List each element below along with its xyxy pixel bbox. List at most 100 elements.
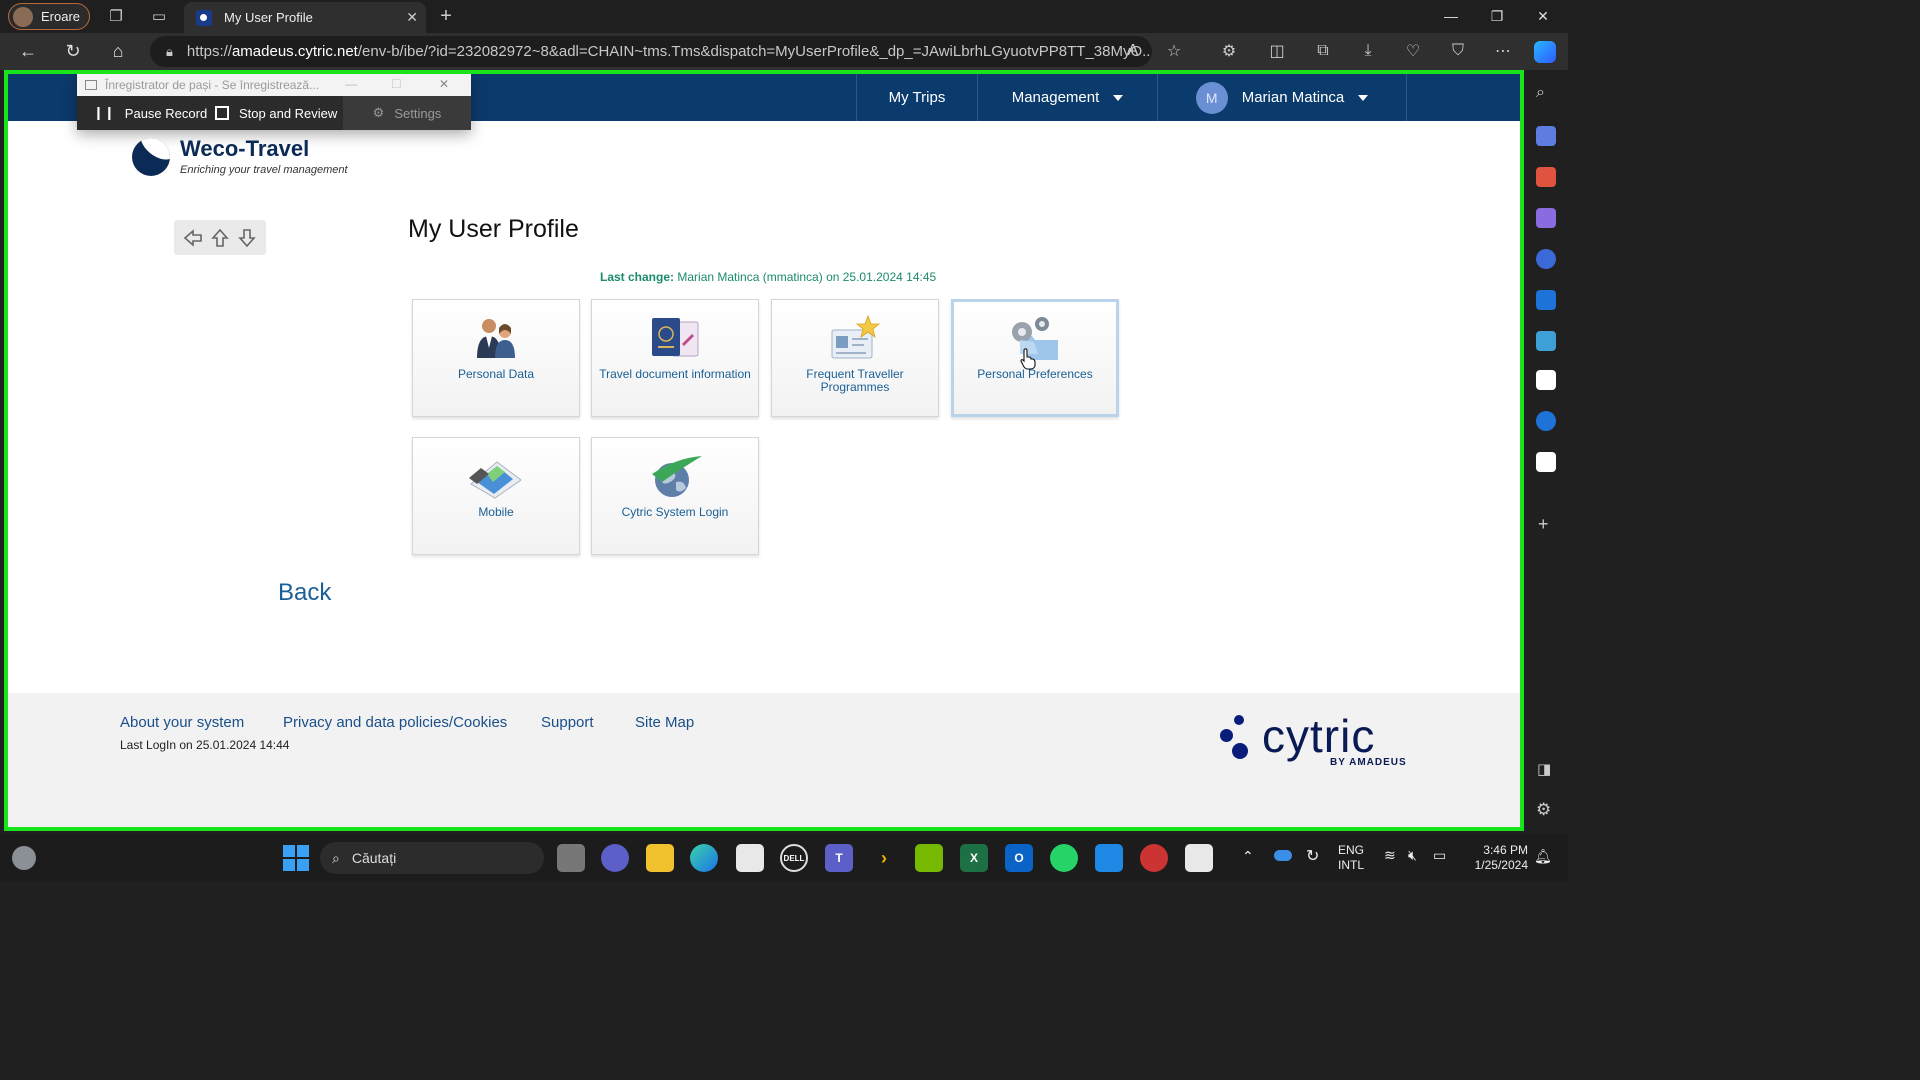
clock-time: 3:46 PM [1483, 843, 1528, 857]
footer-about-link[interactable]: About your system [120, 714, 244, 731]
notifications-bell-icon[interactable]: 🔔︎ [1534, 848, 1552, 865]
browser-profile-button[interactable]: Eroare [8, 3, 90, 30]
microsoft-store-icon[interactable] [736, 844, 764, 872]
close-window-icon[interactable]: ✕ [1520, 0, 1566, 32]
footer-sitemap-link[interactable]: Site Map [635, 714, 694, 731]
browser-essentials-icon[interactable]: ⛉ [1441, 34, 1475, 68]
whatsapp-icon[interactable] [1050, 844, 1078, 872]
workspaces-icon[interactable]: ❐ [102, 2, 130, 30]
tile-travel-document-information[interactable]: Travel document information [591, 299, 759, 417]
arrow-up-icon[interactable] [209, 227, 231, 249]
battery-icon[interactable]: ▭ [1433, 847, 1446, 864]
remote-app-icon[interactable] [1095, 844, 1123, 872]
teams-chat-icon[interactable] [601, 844, 629, 872]
minimize-window-icon[interactable]: — [1428, 0, 1474, 32]
sidebar-weco2-icon[interactable] [1536, 452, 1556, 472]
reload-icon[interactable]: ↻ [55, 33, 91, 69]
collections-icon[interactable]: ⧉ [1306, 34, 1340, 68]
sidebar-send-icon[interactable] [1536, 331, 1556, 351]
task-view-icon[interactable] [557, 844, 585, 872]
outlook-icon[interactable]: O [1005, 844, 1033, 872]
sidebar-search-icon[interactable]: ⌕ [1536, 84, 1545, 102]
arrow-left-icon[interactable] [182, 227, 204, 249]
language-indicator[interactable]: ENG INTL [1338, 843, 1364, 873]
lock-icon[interactable]: 🔒︎ [166, 44, 173, 60]
nav-management-label: Management [1011, 89, 1100, 106]
nav-user-menu[interactable]: M Marian Matinca [1157, 74, 1407, 121]
weco-travel-logo: Weco-Travel Enriching your travel manage… [132, 134, 352, 180]
recorder-minimize-icon[interactable]: — [345, 77, 357, 91]
arrow-down-icon[interactable] [236, 227, 258, 249]
tile-frequent-traveller-programmes[interactable]: Frequent Traveller Programmes [771, 299, 939, 417]
steps-recorder-taskbar-icon[interactable] [1185, 844, 1213, 872]
wifi-icon[interactable]: ≋ [1384, 847, 1396, 864]
close-tab-icon[interactable]: ✕ [406, 9, 418, 26]
sidebar-m365-icon[interactable] [1536, 249, 1556, 269]
sidebar-tools-icon[interactable] [1536, 167, 1556, 187]
cytric-favicon-icon [196, 9, 212, 26]
sidebar-outlook-icon[interactable] [1536, 290, 1556, 310]
more-menu-icon[interactable]: ⋯ [1486, 34, 1520, 68]
dell-icon[interactable]: DELL [780, 844, 808, 872]
footer-privacy-link[interactable]: Privacy and data policies/Cookies [283, 714, 507, 731]
excel-icon[interactable]: X [960, 844, 988, 872]
recorder-title: Înregistrator de pași - Se înregistrează… [105, 78, 320, 92]
edge-browser-icon[interactable] [690, 844, 718, 872]
tab-my-user-profile[interactable]: My User Profile ✕ [184, 2, 426, 33]
back-nav-icon[interactable]: ← [10, 33, 46, 69]
tile-travel-document-label: Travel document information [599, 367, 751, 381]
recorder-settings-button[interactable]: ⚙ Settings [343, 96, 471, 130]
onedrive-icon[interactable] [1274, 850, 1292, 861]
pause-record-button[interactable]: ❙❙ Pause Record [93, 96, 213, 130]
weather-widget-icon[interactable] [12, 846, 36, 870]
favorite-star-icon[interactable]: ☆ [1157, 34, 1191, 68]
sidebar-games-icon[interactable] [1536, 208, 1556, 228]
sidebar-hide-icon[interactable]: ◨ [1537, 760, 1551, 778]
copilot-icon[interactable] [1534, 41, 1556, 63]
restore-window-icon[interactable]: ❐ [1474, 0, 1520, 32]
mobile-phone-icon [469, 461, 522, 499]
tile-personal-data[interactable]: Personal Data [412, 299, 580, 417]
sidebar-shopping-icon[interactable] [1536, 126, 1556, 146]
nav-management[interactable]: Management [977, 74, 1157, 121]
teams-icon[interactable]: T [825, 844, 853, 872]
taskbar-search-box[interactable]: ⌕ Căutați [320, 842, 544, 874]
volume-muted-icon[interactable]: 🔇︎ [1408, 847, 1417, 864]
clock[interactable]: 3:46 PM 1/25/2024 [1462, 843, 1528, 873]
nav-my-trips[interactable]: My Trips [856, 74, 977, 121]
back-link[interactable]: Back [278, 579, 331, 607]
sidebar-weco-icon[interactable] [1536, 370, 1556, 390]
stop-and-review-button[interactable]: Stop and Review [215, 96, 343, 130]
tile-personal-preferences[interactable]: Personal Preferences [951, 299, 1119, 417]
performance-icon[interactable]: ♡ [1396, 34, 1430, 68]
home-icon[interactable]: ⌂ [100, 33, 136, 69]
recorder-maximize-icon[interactable]: ☐ [391, 77, 402, 91]
sidebar-amadeus-icon[interactable] [1536, 411, 1556, 431]
tray-overflow-chevron-icon[interactable]: ⌃ [1242, 848, 1254, 865]
cytric-dot-icon [1234, 715, 1244, 725]
windows-start-icon[interactable] [283, 845, 309, 871]
snipping-app-icon[interactable] [1140, 844, 1168, 872]
read-aloud-icon[interactable]: A [1116, 34, 1150, 68]
recorder-app-icon [85, 80, 97, 90]
lang-line-1: ENG [1338, 843, 1365, 857]
downloads-icon[interactable]: ⤓ [1351, 34, 1385, 68]
recorder-close-icon[interactable]: ✕ [439, 77, 449, 91]
split-screen-icon[interactable]: ◫ [1260, 34, 1294, 68]
vertical-tabs-icon[interactable]: ▭ [145, 2, 173, 30]
footer-support-link[interactable]: Support [541, 714, 594, 731]
tile-mobile[interactable]: Mobile [412, 437, 580, 555]
terminal-chevron-icon[interactable]: › [870, 844, 898, 872]
cytric-dot-icon [1232, 743, 1248, 759]
new-tab-icon[interactable]: + [432, 2, 460, 30]
sync-icon[interactable]: ↻ [1306, 846, 1319, 866]
page-navigation-arrows [174, 220, 266, 255]
address-bar[interactable]: 🔒︎ https://amadeus.cytric.net/env-b/ibe/… [150, 36, 1152, 67]
file-explorer-icon[interactable] [646, 844, 674, 872]
settings-gear-icon: ⚙ [372, 105, 385, 120]
sidebar-add-icon[interactable]: + [1538, 514, 1549, 535]
extensions-icon[interactable]: ⚙ [1212, 34, 1246, 68]
nvidia-icon[interactable] [915, 844, 943, 872]
tile-cytric-system-login[interactable]: Cytric System Login [591, 437, 759, 555]
sidebar-settings-icon[interactable]: ⚙ [1536, 800, 1551, 820]
